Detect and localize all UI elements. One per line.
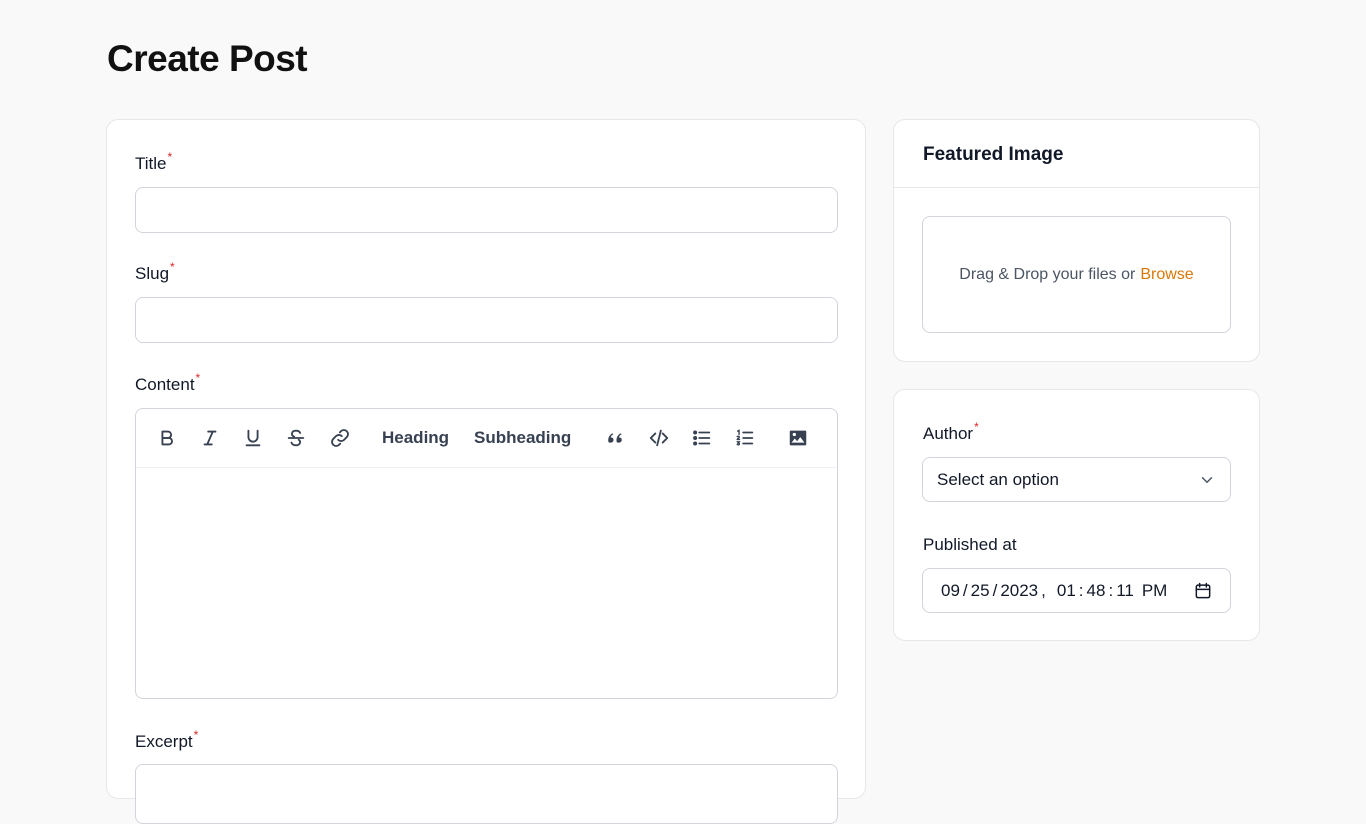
content-editor: Heading Subheading — [135, 408, 838, 699]
blockquote-button[interactable] — [604, 423, 628, 453]
bullet-list-icon — [691, 427, 713, 449]
heading-button[interactable]: Heading — [382, 423, 449, 453]
author-select[interactable]: Select an option — [922, 457, 1231, 502]
content-label: Content* — [135, 375, 200, 395]
code-block-button[interactable] — [646, 423, 672, 453]
quote-icon — [605, 427, 627, 449]
required-mark: * — [168, 150, 173, 164]
dropzone-text: Drag & Drop your files or — [959, 266, 1135, 284]
calendar-icon[interactable] — [1193, 581, 1213, 601]
bullet-list-button[interactable] — [690, 423, 714, 453]
required-mark: * — [974, 420, 979, 434]
bold-button[interactable] — [155, 423, 179, 453]
title-label: Title* — [135, 154, 172, 174]
excerpt-input[interactable] — [135, 764, 838, 824]
ampm-segment[interactable]: PM — [1142, 581, 1168, 601]
strikethrough-button[interactable] — [284, 423, 308, 453]
post-form-card: Title* Slug* Content* — [106, 119, 866, 799]
underline-icon — [242, 427, 264, 449]
editor-toolbar: Heading Subheading — [136, 409, 837, 468]
ordered-list-button[interactable] — [733, 423, 757, 453]
published-at-label: Published at — [923, 535, 1017, 555]
strikethrough-icon — [285, 427, 307, 449]
italic-button[interactable] — [198, 423, 222, 453]
slug-label: Slug* — [135, 264, 175, 284]
featured-image-header: Featured Image — [894, 120, 1259, 188]
editor-content-area[interactable] — [136, 468, 837, 698]
browse-link[interactable]: Browse — [1140, 266, 1193, 284]
second-segment[interactable]: 11 — [1116, 581, 1134, 601]
link-icon — [329, 427, 351, 449]
page-title: Create Post — [107, 38, 307, 80]
insert-image-button[interactable] — [786, 423, 810, 453]
day-segment[interactable]: 25 — [971, 581, 990, 601]
featured-image-title: Featured Image — [923, 144, 1063, 166]
published-at-input[interactable]: 09/25/2023,01:48:11PM — [922, 568, 1231, 613]
year-segment[interactable]: 2023 — [1000, 581, 1038, 601]
subheading-button[interactable]: Subheading — [474, 423, 571, 453]
required-mark: * — [196, 371, 201, 385]
required-mark: * — [170, 260, 175, 274]
required-mark: * — [194, 728, 199, 742]
minute-segment[interactable]: 48 — [1087, 581, 1106, 601]
author-select-value: Select an option — [937, 470, 1059, 490]
image-dropzone[interactable]: Drag & Drop your files or Browse — [922, 216, 1231, 333]
bold-icon — [156, 427, 178, 449]
chevron-down-icon — [1198, 471, 1216, 489]
featured-image-card: Featured Image Drag & Drop your files or… — [893, 119, 1260, 362]
hour-segment[interactable]: 01 — [1057, 581, 1076, 601]
author-label: Author* — [923, 424, 979, 444]
underline-button[interactable] — [241, 423, 265, 453]
post-meta-card: Author* Select an option Published at 09… — [893, 389, 1260, 641]
code-icon — [648, 427, 670, 449]
excerpt-label: Excerpt* — [135, 732, 198, 752]
link-button[interactable] — [327, 423, 353, 453]
slug-input[interactable] — [135, 297, 838, 343]
italic-icon — [199, 427, 221, 449]
title-input[interactable] — [135, 187, 838, 233]
month-segment[interactable]: 09 — [941, 581, 960, 601]
image-icon — [787, 427, 809, 449]
ordered-list-icon — [734, 427, 756, 449]
